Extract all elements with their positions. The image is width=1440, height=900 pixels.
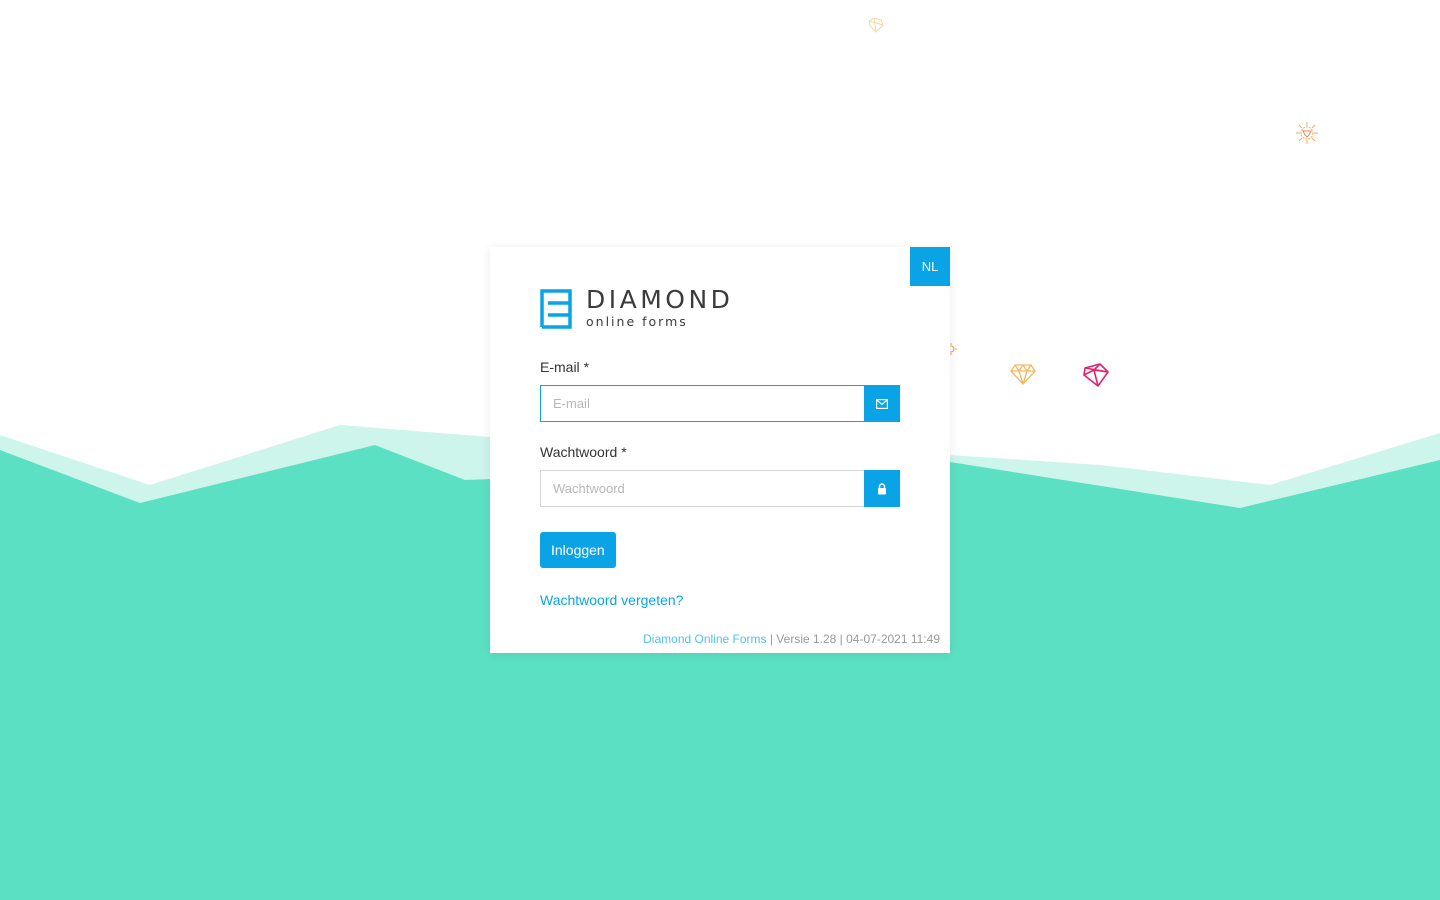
email-label-text: E-mail — [540, 359, 580, 375]
diamond-outline-icon — [1010, 364, 1036, 385]
logo-mark-icon — [540, 288, 572, 329]
email-required-mark: * — [583, 359, 590, 375]
forgot-password-link[interactable]: Wachtwoord vergeten? — [540, 592, 683, 608]
language-button[interactable]: NL — [910, 247, 950, 286]
footer: Diamond Online Forms | Versie 1.28 | 04-… — [643, 632, 940, 646]
password-label-text: Wachtwoord — [540, 444, 618, 460]
login-page: NL DIAMOND online forms E-mail * E-mail … — [0, 0, 1440, 900]
password-required-mark: * — [621, 444, 627, 460]
gem-sparkle-icon — [868, 17, 884, 33]
envelope-icon — [876, 398, 888, 409]
password-label: Wachtwoord * — [540, 444, 627, 460]
lock-icon — [878, 482, 886, 494]
password-input[interactable] — [540, 470, 864, 507]
email-label: E-mail * — [540, 359, 589, 375]
email-addon — [864, 385, 900, 422]
password-input-group — [540, 470, 900, 507]
gem-burst-icon — [1296, 122, 1318, 144]
logo-subtitle: online forms — [586, 314, 688, 329]
logo: DIAMOND online forms — [540, 287, 733, 330]
footer-version-info: | Versie 1.28 | 04-07-2021 11:49 — [769, 632, 940, 646]
footer-product-link[interactable]: Diamond Online Forms — [643, 632, 766, 646]
diamond-pink-icon — [1083, 363, 1109, 387]
email-input[interactable] — [540, 385, 864, 422]
login-button[interactable]: Inloggen — [540, 532, 616, 568]
login-card: NL DIAMOND online forms E-mail * E-mail … — [490, 247, 950, 653]
password-addon — [864, 470, 900, 507]
logo-title: DIAMOND — [586, 285, 734, 314]
email-input-group — [540, 385, 900, 422]
